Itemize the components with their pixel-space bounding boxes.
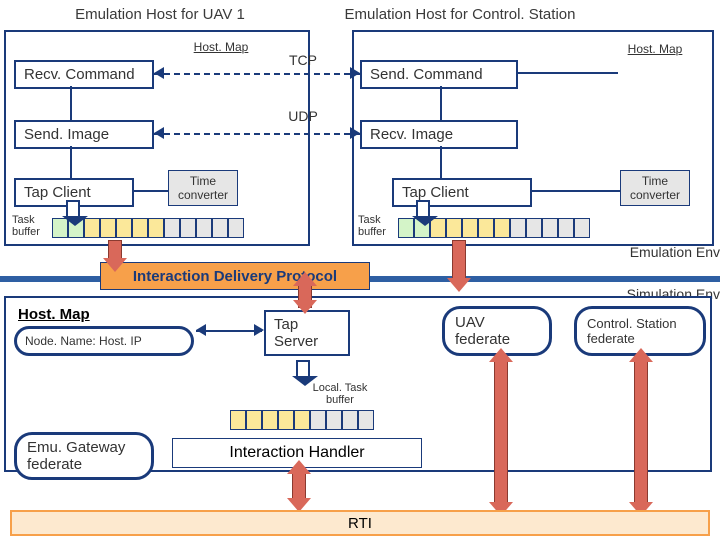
cs-down-arrow [452,240,466,282]
uav1-time-converter: Time converter [168,170,238,206]
uav1-hostmap-label: Host. Map [186,40,256,54]
recv-image-node: Recv. Image [360,120,518,149]
udp-link [154,133,360,135]
tcp-link [154,73,360,75]
idp-bar: Interaction Delivery Protocol [100,262,370,290]
rti-bar: RTI [10,510,710,536]
cs-tap-client-node: Tap Client [392,178,532,207]
send-command-node: Send. Command [360,60,518,89]
tap-server-node: Tap Server [264,310,350,356]
recv-command-node: Recv. Command [14,60,154,89]
tcp-label: TCP [280,52,326,68]
cs-task-buffer-label: Task buffer [358,214,386,238]
uav1-host-title: Emulation Host for UAV 1 [40,6,280,23]
send-image-node: Send. Image [14,120,154,149]
cs-hostmap-label: Host. Map [620,42,690,56]
udp-label: UDP [280,108,326,124]
emu-gateway-node: Emu. Gateway federate [14,432,154,480]
uav1-task-buffer-label: Task buffer [12,214,40,238]
cs-host-title: Emulation Host for Control. Station [310,6,610,23]
sim-hostmap-title: Host. Map [18,306,90,323]
local-task-buffer [230,410,374,430]
emulation-env-label: Emulation Env [604,244,720,260]
cs-time-converter: Time converter [620,170,690,206]
sim-hostmap-node: Node. Name: Host. IP [14,326,194,356]
